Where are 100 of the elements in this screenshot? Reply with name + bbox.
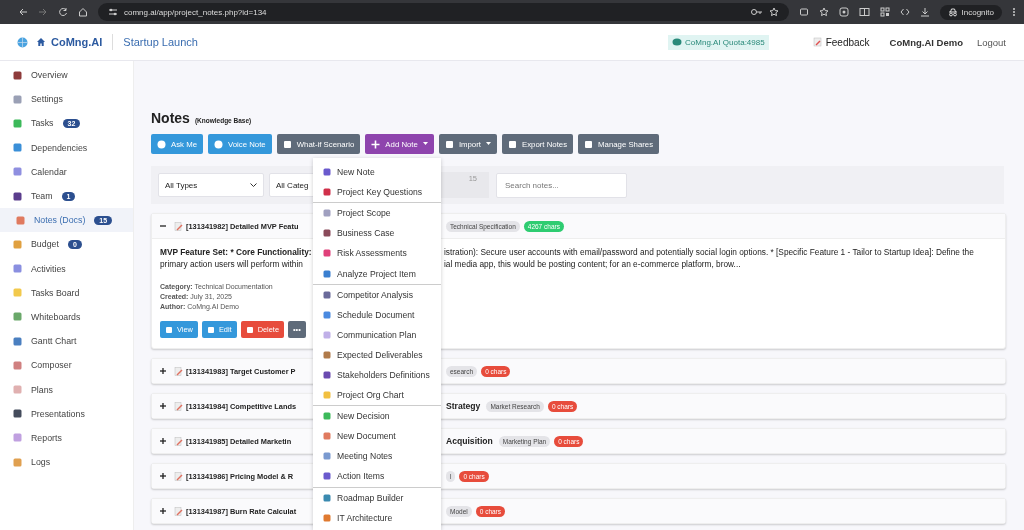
site-settings-icon[interactable]: [108, 8, 118, 16]
note-excerpt: ial media app, this would be posting content; for an e-commerce platform, brow...: [444, 259, 742, 271]
toggle-icon[interactable]: [160, 368, 166, 374]
globe-icon: [17, 36, 28, 48]
square-icon: [323, 269, 331, 278]
incognito-badge[interactable]: Incognito: [939, 4, 1002, 20]
square-icon: [323, 209, 331, 218]
user-link[interactable]: CoMng.AI Demo: [889, 36, 963, 48]
sidebar-item[interactable]: Tasks Board: [0, 280, 133, 305]
quota-badge: CoMng.AI Quota:4985: [668, 34, 769, 50]
sidebar-item[interactable]: Activities: [0, 256, 133, 281]
square-icon: [13, 409, 22, 419]
square-icon: [13, 360, 22, 370]
square-icon: [13, 239, 22, 249]
extension-icon[interactable]: [798, 7, 809, 17]
square-icon: [323, 249, 331, 258]
menu-item[interactable]: Schedule Document: [313, 304, 441, 325]
menu-item[interactable]: Stakeholders Definitions: [313, 364, 441, 386]
square-icon: [323, 168, 331, 177]
square-icon: [323, 330, 331, 339]
square-icon: [245, 325, 254, 334]
home-icon: [36, 37, 46, 47]
home-icon[interactable]: [78, 7, 88, 17]
sidebar-item[interactable]: Logs: [0, 450, 133, 475]
square-icon: [323, 432, 331, 441]
sidebar-item[interactable]: Settings: [0, 87, 133, 112]
note-title[interactable]: Acquisition: [446, 436, 493, 446]
menu-item[interactable]: Risk Assessments: [313, 243, 441, 264]
square-icon: [13, 167, 22, 177]
square-icon: [323, 229, 331, 238]
pencil-paper-icon: [174, 471, 183, 481]
menu-item[interactable]: New Document: [313, 426, 441, 447]
sidebar-item[interactable]: Dependencies: [0, 135, 133, 160]
sidebar-item[interactable]: Reports: [0, 425, 133, 450]
square-icon: [13, 143, 22, 153]
pencil-paper-icon: [174, 401, 183, 411]
reader-icon[interactable]: [858, 7, 870, 17]
square-icon: [323, 513, 331, 522]
back-icon[interactable]: [18, 7, 28, 17]
sidebar-item[interactable]: Composer: [0, 353, 133, 378]
square-icon: [508, 139, 517, 149]
pencil-paper-icon: [174, 506, 183, 516]
address-bar[interactable]: comng.ai/app/project_notes.php?id=134: [98, 3, 789, 21]
toggle-icon[interactable]: [160, 473, 166, 479]
square-icon: [323, 493, 331, 502]
note-excerpt: istration): Secure user accounts with email/password and potentially social login options. * [Specific Feature 1 - Tailor to Startup Idea]: Define the: [444, 247, 975, 259]
plus-icon: [371, 139, 381, 149]
square-icon: [13, 191, 22, 201]
toggle-icon[interactable]: [160, 438, 166, 444]
circle-icon: [214, 139, 223, 149]
url-text: comng.ai/app/project_notes.php?id=134: [124, 7, 267, 17]
menu-item[interactable]: Analyze Project Item: [313, 263, 441, 284]
sidebar-item[interactable]: Plans: [0, 377, 133, 402]
square-icon: [282, 139, 292, 149]
toggle-icon[interactable]: [160, 223, 166, 229]
square-icon: [323, 371, 331, 379]
page-title: Notes: [151, 110, 190, 126]
more-icon[interactable]: [1012, 7, 1016, 17]
toggle-icon[interactable]: [160, 403, 166, 409]
logout-link[interactable]: Logout: [976, 36, 1006, 48]
sidebar-item[interactable]: Calendar: [0, 159, 133, 184]
project-name: Startup Launch: [123, 36, 198, 48]
search-field[interactable]: Search notes...: [496, 172, 627, 198]
brand-link[interactable]: CoMng.AI: [36, 36, 103, 48]
square-icon: [13, 336, 22, 346]
qr-icon[interactable]: [879, 7, 890, 17]
square-icon: [13, 288, 22, 298]
star-icon[interactable]: [818, 7, 829, 17]
note-excerpt: MVP Feature Set: * Core Functionality:: [160, 247, 313, 259]
square-icon: [206, 325, 215, 334]
sidebar-item[interactable]: Overview: [0, 63, 133, 88]
square-icon: [16, 215, 25, 225]
key-icon[interactable]: [750, 8, 763, 16]
chevron-icon: [250, 182, 257, 188]
sidebar-item[interactable]: Gantt Chart: [0, 329, 133, 354]
menu-item[interactable]: Competitor Analysis: [313, 284, 441, 305]
sidebar-item[interactable]: Presentations: [0, 401, 133, 426]
menu-item[interactable]: Action Items: [313, 466, 441, 487]
note-title[interactable]: Strategy: [446, 401, 481, 411]
star-icon[interactable]: [768, 7, 779, 17]
square-icon: [323, 290, 331, 299]
type-select[interactable]: All Types: [158, 173, 264, 197]
code-icon[interactable]: [899, 7, 910, 17]
feedback-link[interactable]: Feedback: [812, 36, 870, 48]
toggle-icon[interactable]: [160, 508, 166, 514]
forward-icon[interactable]: [38, 7, 48, 17]
reload-icon[interactable]: [58, 7, 68, 17]
sidebar-item[interactable]: Whiteboards: [0, 304, 133, 330]
pencil-paper-icon: [174, 221, 183, 231]
square-icon: [13, 118, 22, 128]
document-icon: [812, 37, 822, 47]
square-icon: [13, 94, 22, 104]
menu-item[interactable]: Communication Plan: [313, 324, 441, 345]
download-icon[interactable]: [919, 7, 930, 17]
pencil-paper-icon: [174, 366, 183, 376]
square-icon: [13, 433, 22, 443]
circle-icon: [157, 139, 166, 149]
square-icon: [13, 385, 22, 395]
incognito-icon: [947, 7, 958, 17]
square-icon: [323, 472, 331, 481]
